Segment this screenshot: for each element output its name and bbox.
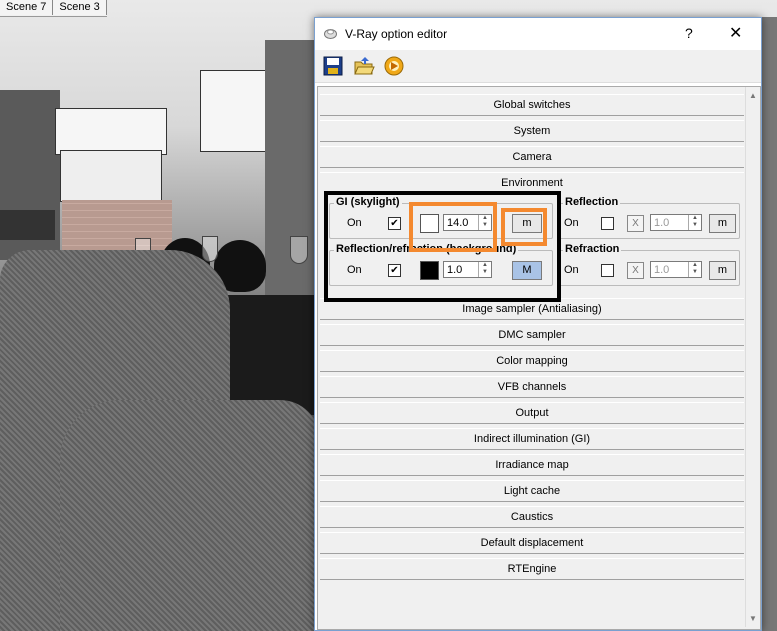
sofa	[60, 400, 320, 631]
reflection-group: Reflection On X 1.0 ▲ ▼ m	[558, 196, 740, 239]
scene-tabs: Scene 7 Scene 3	[0, 0, 107, 17]
help-button[interactable]: ?	[685, 25, 693, 41]
scroll-down-icon[interactable]: ▼	[749, 614, 757, 623]
rollout-camera[interactable]: Camera	[320, 146, 744, 168]
wall-panel	[265, 40, 315, 310]
rollout-light-cache[interactable]: Light cache	[320, 480, 744, 502]
refraction-on-checkbox[interactable]	[601, 264, 614, 277]
reflection-multiplier-value: 1.0	[654, 217, 670, 229]
wine-glass	[290, 236, 308, 264]
wine-glass	[202, 236, 218, 262]
vray-app-icon	[324, 29, 337, 39]
window-title: V-Ray option editor	[345, 27, 448, 41]
rollout-panel[interactable]: Global switches System Camera Environmen…	[317, 86, 761, 630]
reflection-label: Reflection	[563, 196, 621, 208]
render-icon[interactable]	[383, 55, 405, 77]
refraction-multiplier-value: 1.0	[654, 264, 670, 276]
reflection-map-button[interactable]: m	[709, 214, 736, 233]
rollout-rtengine[interactable]: RTEngine	[320, 558, 744, 580]
close-button[interactable]: ✕	[729, 23, 742, 43]
highlight-box-orange	[501, 208, 547, 246]
upper-cabinet	[55, 108, 167, 155]
rollout-default-displacement[interactable]: Default displacement	[320, 532, 744, 554]
scroll-up-icon[interactable]: ▲	[749, 91, 757, 100]
title-bar[interactable]: V-Ray option editor ? ✕	[315, 18, 761, 50]
vray-option-editor-window: V-Ray option editor ? ✕ Global switches …	[314, 17, 762, 631]
vertical-scrollbar[interactable]: ▲ ▼	[745, 87, 760, 627]
open-folder-icon[interactable]	[353, 55, 375, 77]
spinner-arrows-icon[interactable]: ▲ ▼	[688, 262, 701, 277]
toolbar	[315, 50, 761, 83]
refraction-map-button[interactable]: m	[709, 261, 736, 280]
rollout-color-mapping[interactable]: Color mapping	[320, 350, 744, 372]
dish-rack	[60, 150, 162, 202]
scene-tab-7[interactable]: Scene 7	[0, 0, 54, 15]
highlight-box-orange	[409, 202, 497, 252]
oven	[0, 210, 55, 240]
refraction-multiplier-spinner[interactable]: 1.0 ▲ ▼	[650, 261, 702, 278]
reflection-x-button[interactable]: X	[627, 215, 644, 232]
spinner-arrows-icon[interactable]: ▲ ▼	[688, 215, 701, 230]
refraction-on-label: On	[564, 264, 579, 276]
rollout-global-switches[interactable]: Global switches	[320, 94, 744, 116]
rollout-irradiance-map[interactable]: Irradiance map	[320, 454, 744, 476]
reflection-on-checkbox[interactable]	[601, 217, 614, 230]
rollout-dmc-sampler[interactable]: DMC sampler	[320, 324, 744, 346]
save-icon[interactable]	[322, 55, 344, 77]
rollout-indirect-illumination[interactable]: Indirect illumination (GI)	[320, 428, 744, 450]
rollout-caustics[interactable]: Caustics	[320, 506, 744, 528]
scene-tab-3[interactable]: Scene 3	[53, 0, 107, 15]
reflection-on-label: On	[564, 217, 579, 229]
refraction-group: Refraction On X 1.0 ▲ ▼ m	[558, 243, 740, 286]
rollout-output[interactable]: Output	[320, 402, 744, 424]
refraction-label: Refraction	[563, 243, 622, 255]
rollout-system[interactable]: System	[320, 120, 744, 142]
refraction-x-button[interactable]: X	[627, 262, 644, 279]
scene-edge	[760, 17, 777, 631]
rollout-vfb-channels[interactable]: VFB channels	[320, 376, 744, 398]
reflection-multiplier-spinner[interactable]: 1.0 ▲ ▼	[650, 214, 702, 231]
